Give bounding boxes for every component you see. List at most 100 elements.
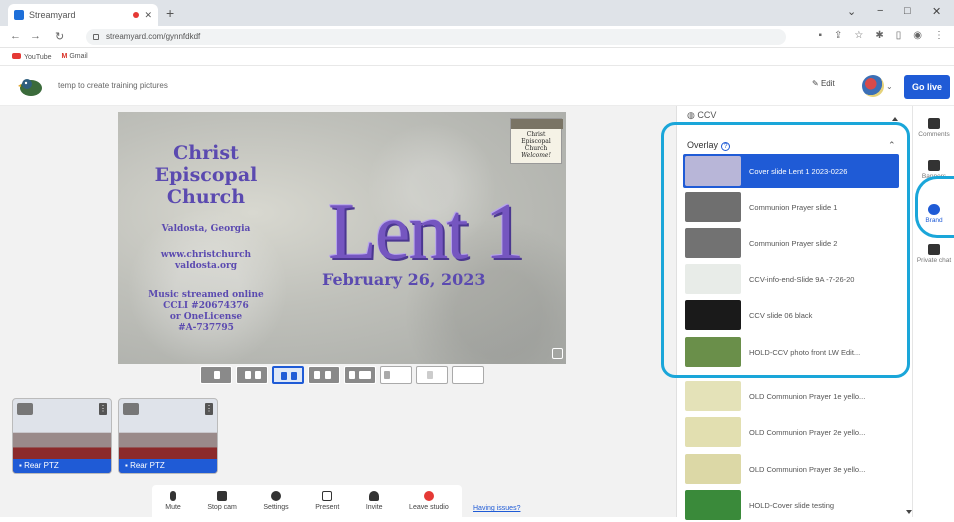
browser-menu-icon[interactable]: ⋮ [934, 30, 944, 41]
forward-icon[interactable]: → [30, 30, 41, 42]
avatar [862, 75, 884, 97]
close-tab-icon[interactable]: ✕ [144, 10, 152, 21]
url-text: streamyard.com/gynnfdkdf [106, 32, 201, 41]
bookmark-youtube[interactable]: YouTube [12, 52, 52, 61]
fullscreen-icon[interactable] [552, 348, 563, 359]
layout-cinema-button[interactable] [380, 366, 412, 384]
back-icon[interactable]: ← [10, 30, 21, 42]
overlay-thumbnail [685, 454, 741, 484]
brand-globe-icon: ◍ [687, 110, 698, 120]
camera-icon [217, 491, 228, 501]
slide-music-line2: CCLI #20674376 [163, 301, 249, 311]
youtube-icon [12, 52, 21, 59]
settings-button[interactable]: Settings [263, 491, 289, 511]
camera-toggle-icon[interactable] [123, 403, 139, 415]
comment-icon [928, 118, 940, 129]
layout-sidebar-button[interactable] [344, 366, 376, 384]
bookmark-star-icon[interactable]: ☆ [854, 30, 863, 41]
overlay-item-label: HOLD-Cover slide testing [749, 500, 835, 510]
mute-button[interactable]: Mute [165, 491, 181, 511]
more-options-icon[interactable]: ⋮ [205, 403, 213, 415]
minimize-icon[interactable]: − [877, 5, 883, 17]
gear-icon [271, 491, 282, 501]
overlay-item[interactable]: OLD Communion Prayer 1e yello... [683, 379, 899, 413]
new-tab-button[interactable]: + [166, 5, 174, 21]
share-icon[interactable]: ⇪ [834, 30, 842, 41]
address-bar-icons: ▪ ⇪ ☆ ✱ ▯ ◉ ⋮ [818, 30, 944, 41]
tab-title: Streamyard [29, 10, 76, 20]
chevron-down-icon: ⌄ [886, 81, 893, 91]
tab-search-icon[interactable]: ⌄ [847, 5, 856, 18]
brand-selector[interactable]: ◍ CCV [687, 110, 716, 121]
slide-location: Valdosta, Georgia [161, 224, 251, 234]
present-screen-icon [322, 491, 333, 501]
rail-comments[interactable]: Comments [913, 118, 954, 138]
layout-pip-button[interactable] [416, 366, 448, 384]
layout-thin-button[interactable] [236, 366, 268, 384]
camera-toggle-icon[interactable] [17, 403, 33, 415]
studio-title[interactable]: temp to create training pictures [58, 81, 168, 90]
address-bar-row: ← → ↻ streamyard.com/gynnfdkdf ▪ ⇪ ☆ ✱ ▯… [0, 26, 954, 48]
invite-button[interactable]: Invite [366, 491, 383, 511]
overlay-thumbnail [685, 381, 741, 411]
banner-icon [928, 160, 940, 171]
studio-header: temp to create training pictures ✎ Edit … [0, 66, 954, 106]
camera-label: ▪ Rear PTZ [119, 459, 217, 473]
overlay-highlight-ring [661, 122, 910, 378]
leave-studio-button[interactable]: Leave studio [409, 491, 449, 511]
edit-button[interactable]: ✎ Edit [812, 79, 835, 88]
rail-private-chat[interactable]: Private chat [913, 244, 954, 264]
lock-icon [93, 34, 99, 40]
layout-blank-button[interactable] [452, 366, 484, 384]
overlay-item-label: OLD Communion Prayer 2e yello... [749, 427, 866, 437]
profile-icon[interactable]: ◉ [913, 30, 922, 41]
gmail-icon: M [61, 53, 68, 60]
studio-stage-area: Christ Episcopal Church Valdosta, Georgi… [0, 106, 676, 517]
slide-music-line1: Music streamed online [148, 290, 264, 300]
layout-selector [200, 366, 484, 384]
camera-tile[interactable]: ⋮ ▪ Rear PTZ [12, 398, 112, 474]
overlay-item-label: OLD Communion Prayer 3e yello... [749, 464, 866, 474]
more-options-icon[interactable]: ⋮ [99, 403, 107, 415]
brand-avatar-menu[interactable]: ⌄ [862, 74, 894, 98]
camera-label: ▪ Rear PTZ [13, 459, 111, 473]
close-window-icon[interactable]: ✕ [932, 5, 941, 18]
overlay-item[interactable]: OLD Communion Prayer 3e yello... [683, 452, 899, 486]
url-field[interactable]: streamyard.com/gynnfdkdf [86, 29, 786, 45]
bookmark-gmail[interactable]: M Gmail [62, 53, 88, 60]
layout-solo-button[interactable] [200, 366, 232, 384]
browser-tab[interactable]: Streamyard ✕ [8, 4, 158, 26]
layout-group-button[interactable] [272, 366, 304, 384]
maximize-icon[interactable]: □ [904, 5, 911, 17]
overlay-item[interactable]: OLD Communion Prayer 2e yello... [683, 415, 899, 449]
streamyard-favicon-icon [14, 10, 24, 20]
bookmarks-bar: YouTube M Gmail [0, 48, 954, 66]
cast-icon[interactable]: ▪ [818, 30, 822, 41]
pencil-icon: ✎ [812, 79, 821, 88]
extensions-icon[interactable]: ✱ [875, 30, 883, 41]
overlay-thumbnail [685, 417, 741, 447]
slide-date: February 26, 2023 [322, 270, 486, 289]
layout-leader-button[interactable] [308, 366, 340, 384]
stage-canvas: Christ Episcopal Church Valdosta, Georgi… [118, 112, 566, 364]
slide-music-line4: #A-737795 [178, 323, 234, 333]
reload-icon[interactable]: ↻ [55, 30, 64, 43]
slide-music-line3: or OneLicense [169, 312, 243, 322]
slide-big-title: Lent 1 [328, 188, 525, 276]
recording-dot-icon [133, 12, 140, 18]
stop-cam-button[interactable]: Stop cam [207, 491, 237, 511]
browser-tab-bar: Streamyard ✕ + ⌄ − □ ✕ [0, 0, 954, 26]
go-live-button[interactable]: Go live [904, 75, 950, 99]
slide-church-name: Christ Episcopal Church [154, 142, 258, 208]
having-issues-link[interactable]: Having issues? [473, 505, 520, 512]
present-button[interactable]: Present [315, 491, 339, 511]
side-rail: Comments Banners Brand Private chat [912, 106, 954, 517]
slide-website: www.christchurch valdosta.org [160, 250, 252, 271]
brand-highlight-ring [915, 176, 954, 238]
camera-tile[interactable]: ⋮ ▪ Rear PTZ [118, 398, 218, 474]
side-panel-icon[interactable]: ▯ [896, 30, 902, 41]
studio-toolbar: Mute Stop cam Settings Present Invite Le… [152, 485, 462, 517]
scroll-up-icon[interactable] [892, 117, 898, 121]
add-person-icon [369, 491, 380, 501]
chat-icon [928, 244, 940, 255]
